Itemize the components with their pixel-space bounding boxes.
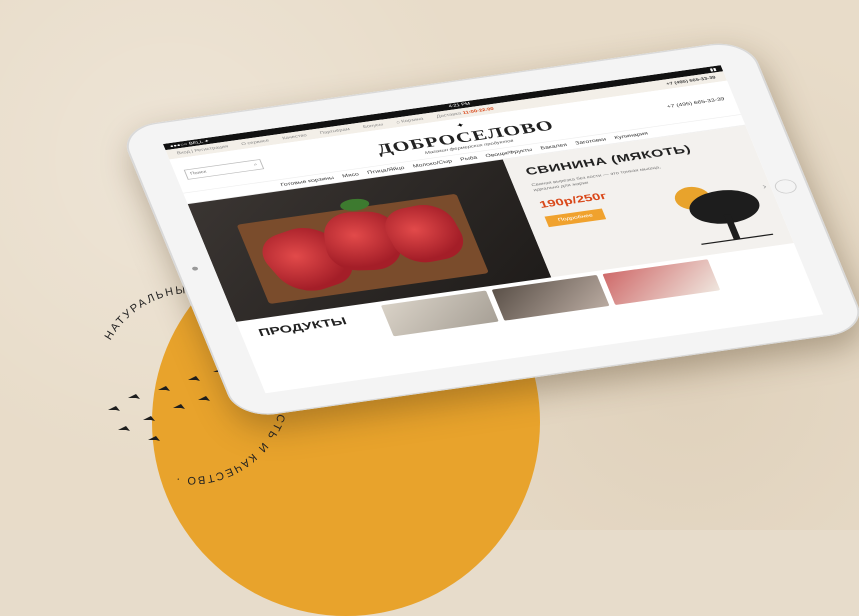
battery-icon: ▮▮: [709, 67, 718, 73]
tablet-body: ●●●○○ BELL ✦ 4:21 PM ▮▮ Вход | Регистрац…: [118, 38, 859, 420]
tablet-mockup: ●●●○○ BELL ✦ 4:21 PM ▮▮ Вход | Регистрац…: [118, 28, 859, 458]
header-contacts: +7 (495) 665-33-39: [666, 97, 725, 109]
basket-icon: ⌂: [395, 120, 401, 125]
top-nav-quality[interactable]: Качество: [282, 133, 308, 140]
chevron-right-icon[interactable]: ›: [761, 182, 768, 191]
category-meat[interactable]: Мясо: [342, 172, 360, 179]
camera-dot: [191, 266, 199, 271]
details-button[interactable]: Подробнее: [544, 208, 607, 228]
header-phone[interactable]: +7 (495) 665-33-39: [666, 97, 725, 109]
category-grocery[interactable]: Бакалея: [540, 142, 568, 150]
search-input[interactable]: Поиск ⌕: [183, 159, 265, 180]
tablet-screen: ●●●○○ BELL ✦ 4:21 PM ▮▮ Вход | Регистрац…: [162, 65, 824, 394]
home-button[interactable]: [772, 178, 800, 195]
search-icon[interactable]: ⌕: [253, 163, 258, 168]
category-preserves[interactable]: Заготовки: [575, 137, 607, 146]
search-placeholder: Поиск: [189, 170, 208, 177]
cart-label: Корзина: [400, 116, 425, 124]
category-fish[interactable]: Рыба: [460, 155, 478, 162]
top-nav-bonuses[interactable]: Бонусы: [362, 122, 383, 129]
